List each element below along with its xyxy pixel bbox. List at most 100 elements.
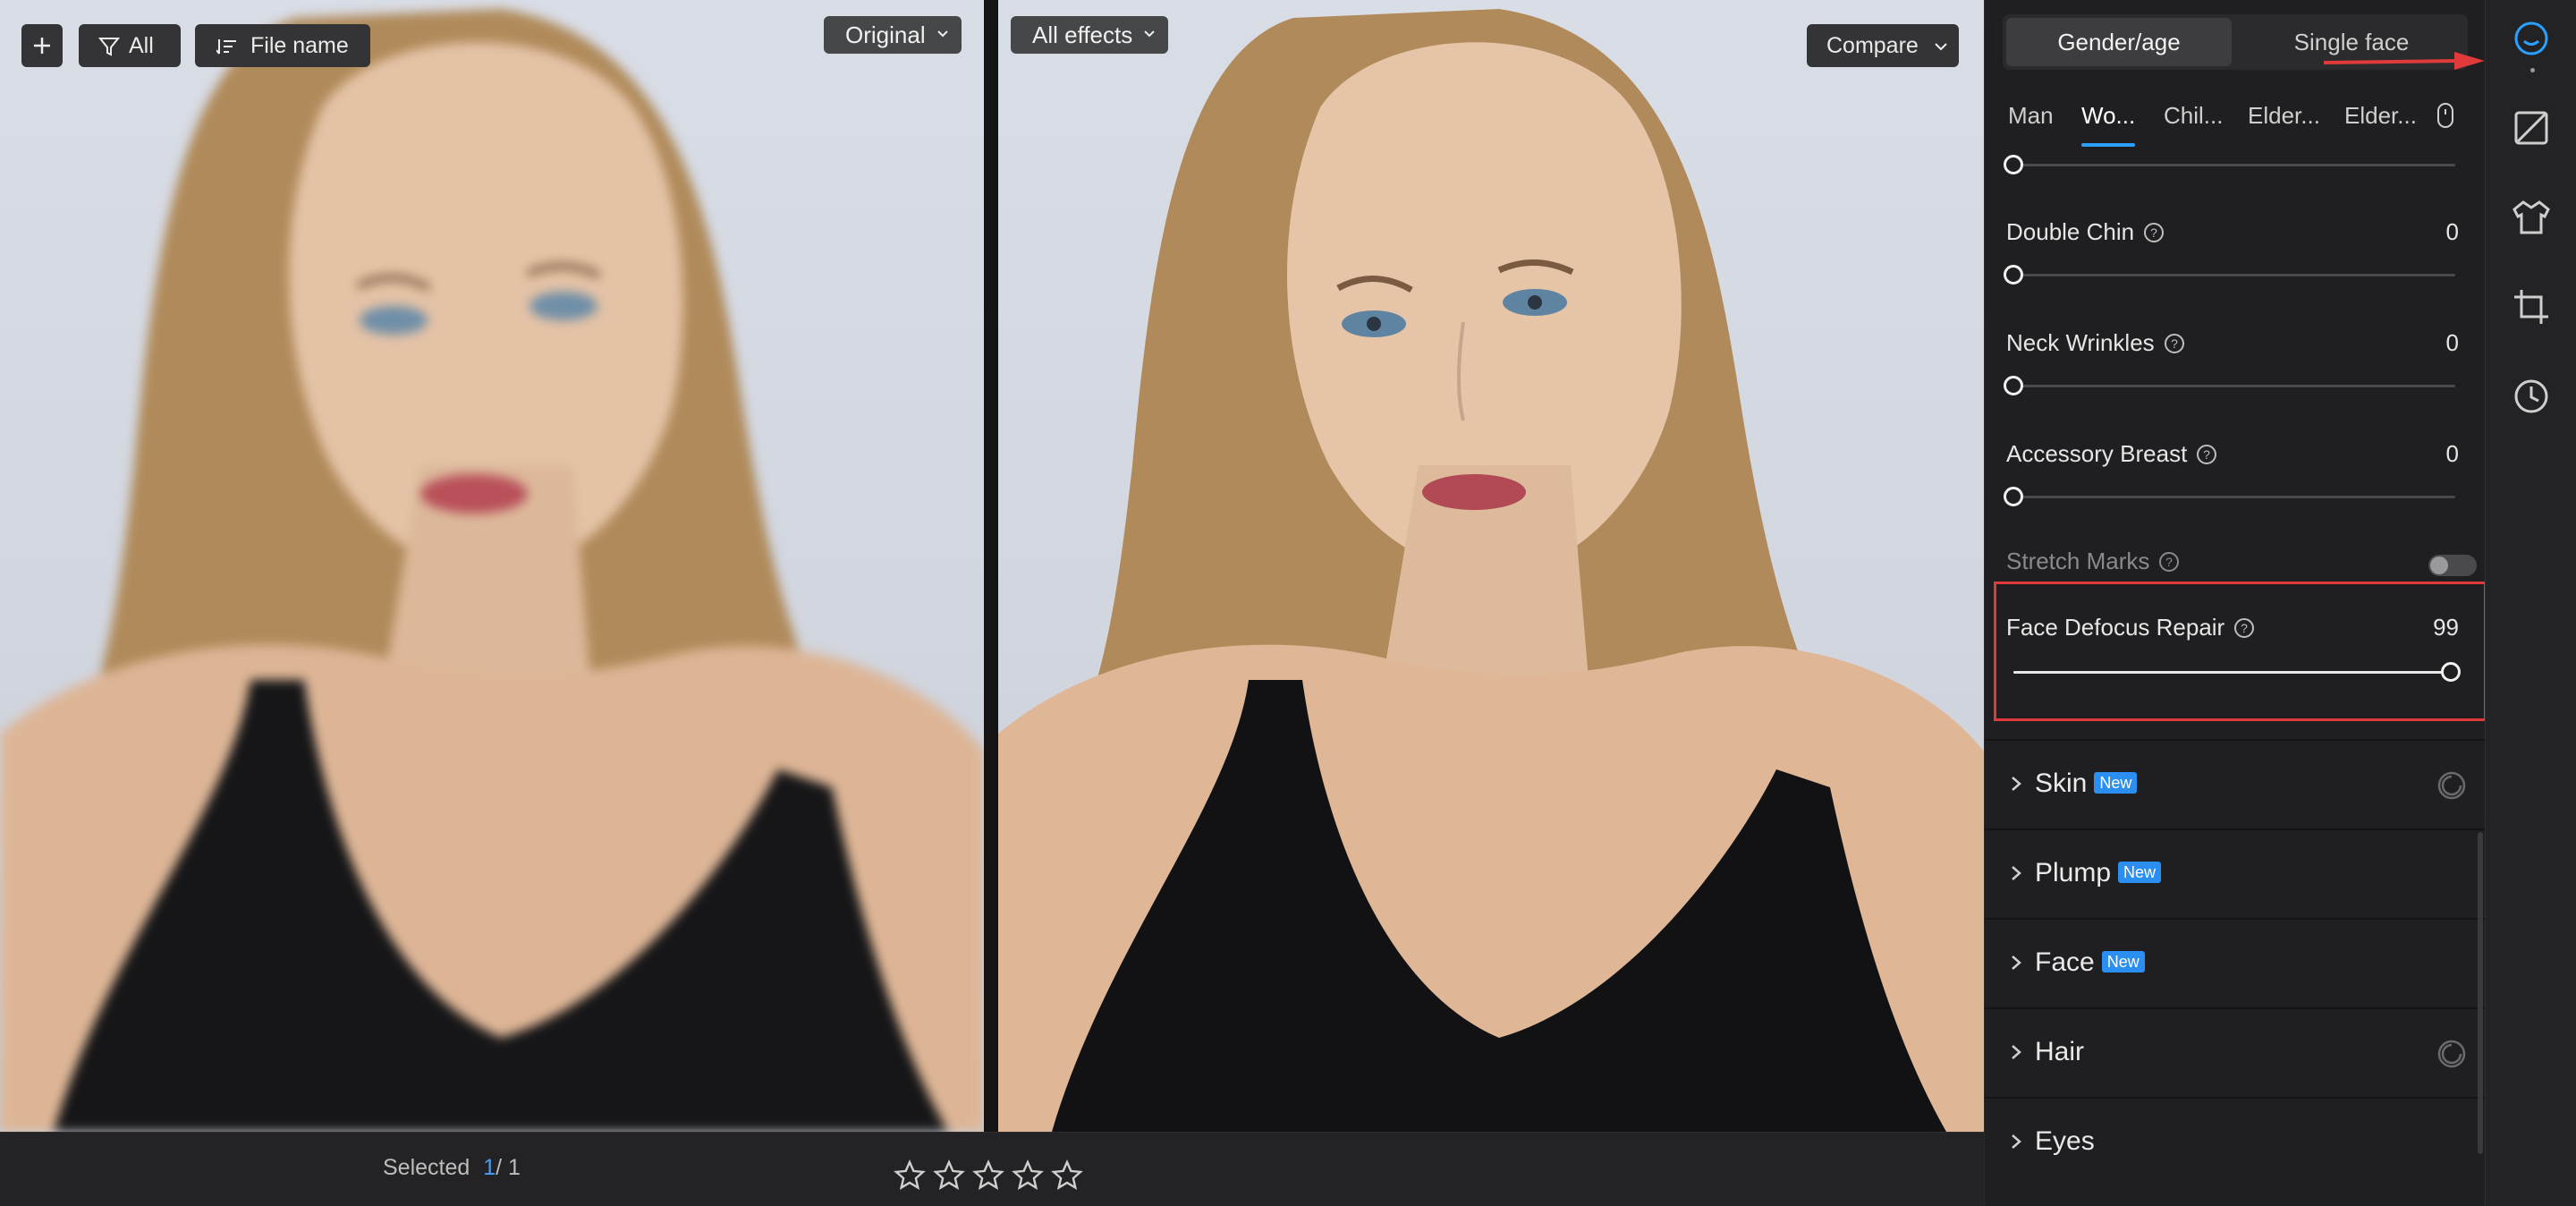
- selected-count: 1: [483, 1155, 496, 1180]
- chevron-right-icon: [2012, 1045, 2021, 1059]
- neck-wrinkles-label: Neck Wrinkles: [2006, 329, 2155, 356]
- reset-icon[interactable]: [2436, 1038, 2468, 1070]
- section-eyes[interactable]: Eyes: [1985, 1097, 2486, 1186]
- accessory-breast-label: Accessory Breast: [2006, 440, 2188, 467]
- section-title-text: Skin: [2035, 769, 2088, 798]
- star-icon[interactable]: [971, 1159, 1005, 1192]
- help-icon[interactable]: ?: [2164, 333, 2185, 354]
- original-view-label: Original: [845, 21, 926, 48]
- section-title-text: Hair: [2035, 1037, 2085, 1066]
- help-icon[interactable]: ?: [2143, 222, 2165, 243]
- annotation-highlight-box: [1994, 582, 2487, 721]
- chevron-down-icon: [936, 30, 948, 38]
- chevron-right-icon: [2012, 866, 2021, 880]
- section-title: Eyes: [2035, 1126, 2095, 1157]
- sort-label: File name: [250, 33, 349, 58]
- selection-status: Selected 1/ 1: [383, 1155, 521, 1181]
- compare-label: Compare: [1826, 33, 1919, 58]
- subtab-elder-1[interactable]: Elder...: [2248, 102, 2320, 130]
- star-icon[interactable]: [1050, 1159, 1084, 1192]
- plus-icon: [34, 38, 50, 54]
- edited-image-pane: [998, 0, 1984, 1132]
- chevron-right-icon: [2012, 1134, 2021, 1149]
- chevron-right-icon: [2012, 777, 2021, 791]
- accessory-breast-knob[interactable]: [2004, 487, 2023, 506]
- star-icon[interactable]: [932, 1159, 966, 1192]
- section-face[interactable]: Face New: [1985, 918, 2486, 1007]
- pane-divider: [984, 0, 998, 1132]
- chevron-down-icon: [1144, 30, 1155, 38]
- stretch-marks-row: Stretch Marks?: [2006, 548, 2480, 583]
- sort-icon: [216, 39, 236, 55]
- subtab-elder-2[interactable]: Elder...: [2344, 102, 2417, 130]
- selected-label: Selected: [383, 1155, 470, 1180]
- add-image-button[interactable]: [21, 24, 63, 67]
- svg-text:?: ?: [2165, 555, 2173, 569]
- tool-rail: [2485, 0, 2576, 1206]
- double-chin-knob[interactable]: [2004, 265, 2023, 285]
- active-tool-indicator: [2530, 68, 2535, 72]
- double-chin-track[interactable]: [2004, 265, 2455, 285]
- new-badge: New: [2101, 951, 2145, 972]
- clothing-icon[interactable]: [2511, 197, 2552, 238]
- section-hair[interactable]: Hair: [1985, 1007, 2486, 1097]
- app-window: Original All effects All File name Selec…: [0, 0, 2576, 1206]
- tab-gender-age[interactable]: Gender/age: [2006, 18, 2232, 66]
- new-badge: New: [2118, 862, 2162, 883]
- section-title: Plump New: [2035, 858, 2162, 888]
- section-title-text: Plump: [2035, 858, 2112, 888]
- svg-text:?: ?: [2203, 447, 2210, 462]
- help-icon[interactable]: ?: [2196, 444, 2217, 465]
- neck-wrinkles-value: 0: [2445, 329, 2459, 356]
- neck-wrinkles-knob[interactable]: [2004, 376, 2023, 395]
- svg-text:?: ?: [2150, 225, 2157, 240]
- rating-stars[interactable]: [893, 1159, 1084, 1192]
- neck-wrinkles-track[interactable]: [2004, 376, 2455, 395]
- effects-view-dropdown[interactable]: All effects: [1011, 16, 1169, 54]
- accessory-breast-value: 0: [2445, 440, 2459, 467]
- reset-icon[interactable]: [2436, 769, 2468, 802]
- stretch-marks-label: Stretch Marks: [2006, 548, 2150, 574]
- effects-view-label: All effects: [1032, 21, 1133, 48]
- toggle-knob: [2430, 556, 2448, 574]
- slider-track-partial[interactable]: [2004, 155, 2455, 174]
- sort-button[interactable]: File name: [195, 24, 370, 67]
- history-icon[interactable]: [2511, 376, 2552, 417]
- original-image-pane: Original: [0, 0, 984, 1132]
- svg-text:?: ?: [2171, 336, 2178, 351]
- star-icon[interactable]: [893, 1159, 927, 1192]
- section-title-text: Eyes: [2035, 1126, 2095, 1156]
- panel-scrollbar[interactable]: [2478, 832, 2483, 1154]
- section-title-text: Face: [2035, 947, 2095, 977]
- original-view-dropdown[interactable]: Original: [824, 16, 962, 54]
- portrait-photo-edited: [998, 9, 1984, 1132]
- help-icon[interactable]: ?: [2158, 551, 2180, 573]
- section-skin[interactable]: Skin New: [1985, 739, 2486, 828]
- subtab-man[interactable]: Man: [2008, 102, 2054, 130]
- stretch-marks-toggle[interactable]: [2428, 555, 2477, 576]
- section-title: Hair: [2035, 1037, 2084, 1067]
- compare-dropdown[interactable]: Compare: [1807, 24, 1959, 67]
- slider-knob[interactable]: [2004, 155, 2023, 174]
- person-type-tabs: Man Wo... Chil... Elder... Elder...: [1985, 93, 2486, 147]
- selected-total: / 1: [496, 1155, 521, 1180]
- section-title: Face New: [2035, 947, 2145, 978]
- annotation-arrow: [2324, 52, 2485, 70]
- section-plump[interactable]: Plump New: [1985, 828, 2486, 918]
- subtab-woman[interactable]: Wo...: [2081, 102, 2135, 130]
- face-retouch-icon[interactable]: [2511, 18, 2552, 59]
- new-badge: New: [2094, 772, 2138, 794]
- filter-button[interactable]: All: [79, 24, 181, 67]
- section-title: Skin New: [2035, 769, 2138, 799]
- adjust-icon[interactable]: [2511, 107, 2552, 149]
- accessory-breast-track[interactable]: [2004, 487, 2455, 506]
- chevron-right-icon: [2012, 955, 2021, 970]
- subtab-child[interactable]: Chil...: [2164, 102, 2223, 130]
- filter-label: All: [129, 33, 154, 58]
- double-chin-value: 0: [2445, 218, 2459, 245]
- gesture-icon[interactable]: [2434, 102, 2457, 131]
- filter-icon: [98, 38, 120, 56]
- star-icon[interactable]: [1011, 1159, 1045, 1192]
- crop-icon[interactable]: [2511, 286, 2552, 327]
- double-chin-label: Double Chin: [2006, 218, 2135, 245]
